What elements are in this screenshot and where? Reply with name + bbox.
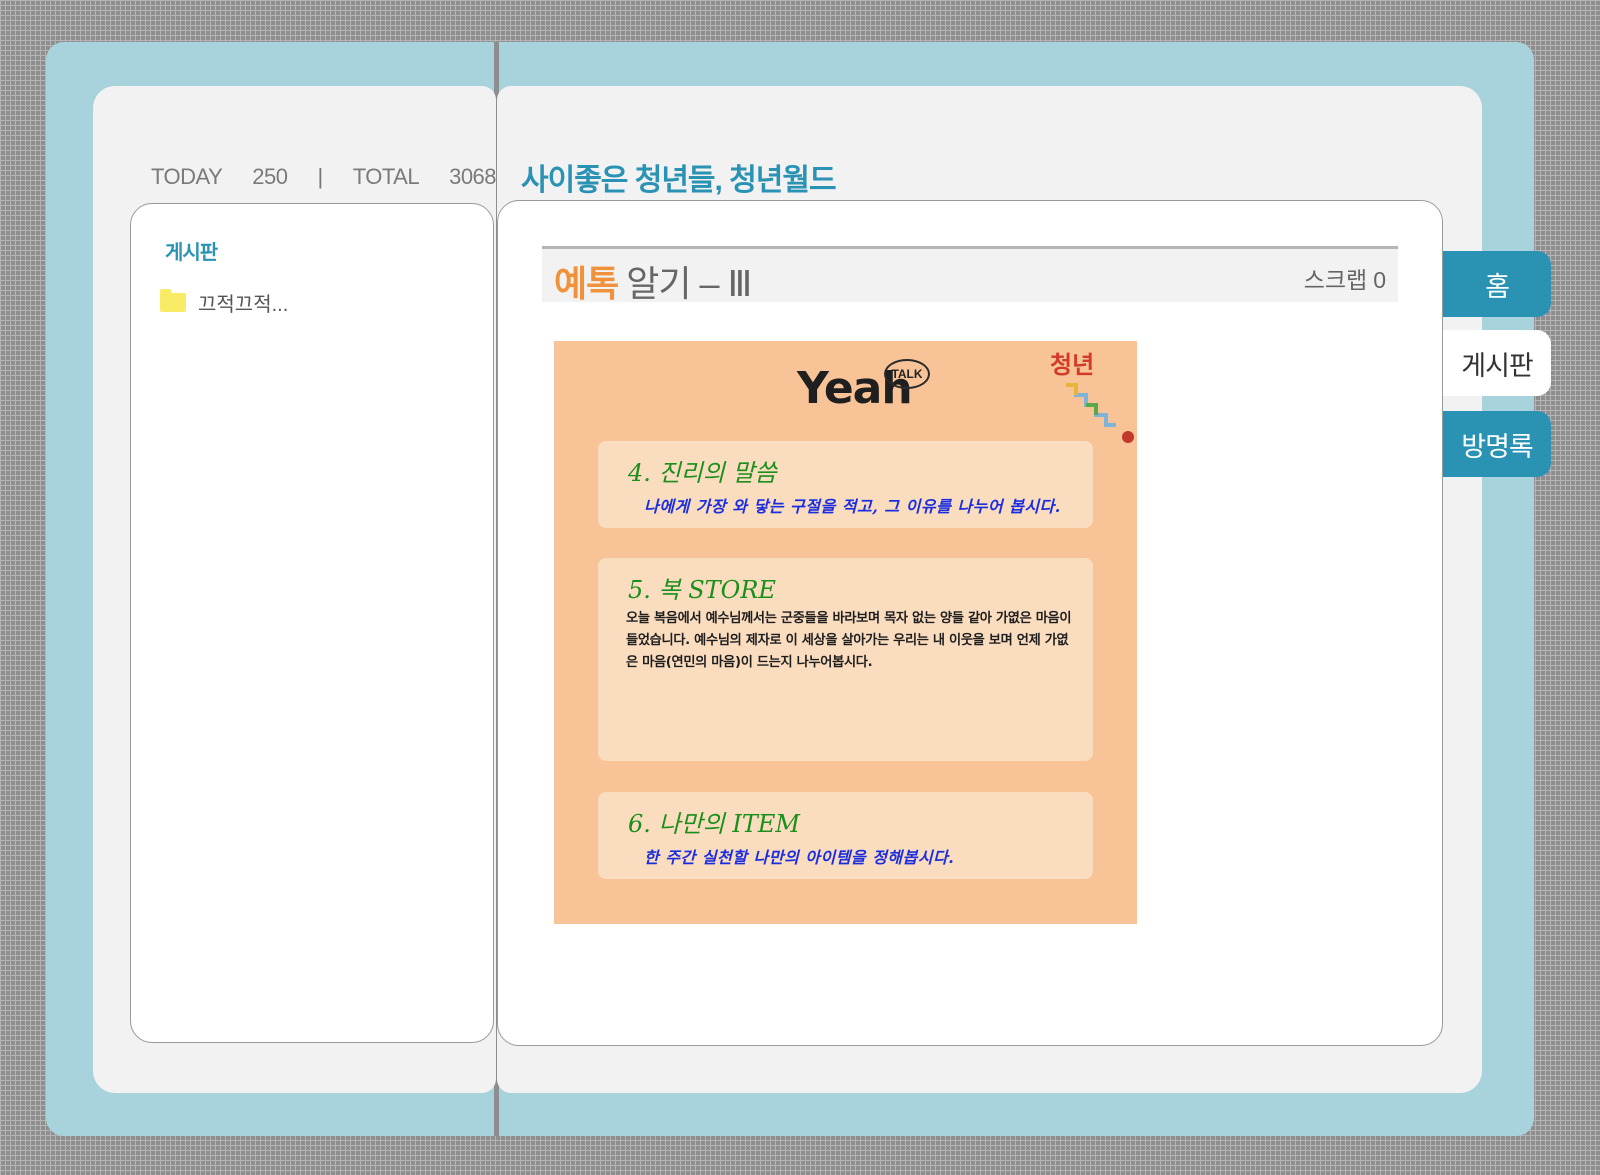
site-title[interactable]: 사이좋은 청년들, 청년월드: [521, 155, 837, 199]
scrap-counter[interactable]: 스크랩 0: [1304, 261, 1386, 295]
tab-home[interactable]: 홈: [1443, 251, 1551, 317]
counter-separator: |: [317, 164, 323, 189]
post-title-rest: 알기 – Ⅲ: [626, 263, 752, 304]
scrap-label: 스크랩: [1303, 267, 1368, 293]
tab-board[interactable]: 게시판: [1443, 330, 1551, 396]
today-count: 250: [252, 164, 288, 189]
stair-logo-icon: 청년: [1050, 350, 1134, 443]
card-body: 한 주간 실천할 나만의 아이템을 정해봅시다.: [644, 848, 955, 867]
post-image: Yeah TALK 청년 4. 진리의 말씀 나에게 가장 와 닿는 구절을 적…: [554, 341, 1137, 924]
card-my-item: 6. 나만의 ITEM 한 주간 실천할 나만의 아이템을 정해봅시다.: [598, 792, 1093, 879]
sidebar-panel: [130, 203, 494, 1043]
total-count: 3068: [449, 164, 497, 189]
total-label: TOTAL: [352, 164, 420, 189]
board-heading[interactable]: 게시판: [165, 236, 218, 265]
card-bok-store: 5. 복 STORE 오늘 복음에서 예수님께서는 군중들을 바라보며 목자 없…: [598, 558, 1093, 761]
talk-badge: TALK: [884, 359, 930, 389]
tab-guestbook[interactable]: 방명록: [1443, 411, 1551, 477]
card-body: 나에게 가장 와 닿는 구절을 적고, 그 이유를 나누어 봅시다.: [644, 497, 1061, 516]
folder-label: 끄적끄적...: [198, 294, 289, 316]
today-label: TODAY: [151, 164, 223, 189]
card-title: 4. 진리의 말씀: [628, 459, 777, 487]
corner-logo-char-1: 청년: [1050, 350, 1094, 379]
post-title: 예톡 알기 – Ⅲ: [554, 255, 752, 307]
post-header: 예톡 알기 – Ⅲ 스크랩 0: [542, 246, 1398, 304]
card-body: 오늘 복음에서 예수님께서는 군중들을 바라보며 목자 없는 양들 같아 가엾은…: [626, 611, 1072, 670]
sidebar-folder-item[interactable]: 끄적끄적...: [160, 288, 288, 317]
card-title: 6. 나만의 ITEM: [628, 810, 800, 838]
post-title-highlight: 예톡: [554, 263, 619, 304]
folder-icon: [160, 289, 186, 312]
scrap-count: 0: [1373, 267, 1386, 293]
card-title: 5. 복 STORE: [628, 576, 776, 604]
card-word-of-truth: 4. 진리의 말씀 나에게 가장 와 닿는 구절을 적고, 그 이유를 나누어 …: [598, 441, 1093, 528]
visitor-counter: TODAY 250 | TOTAL 3068: [151, 160, 497, 194]
